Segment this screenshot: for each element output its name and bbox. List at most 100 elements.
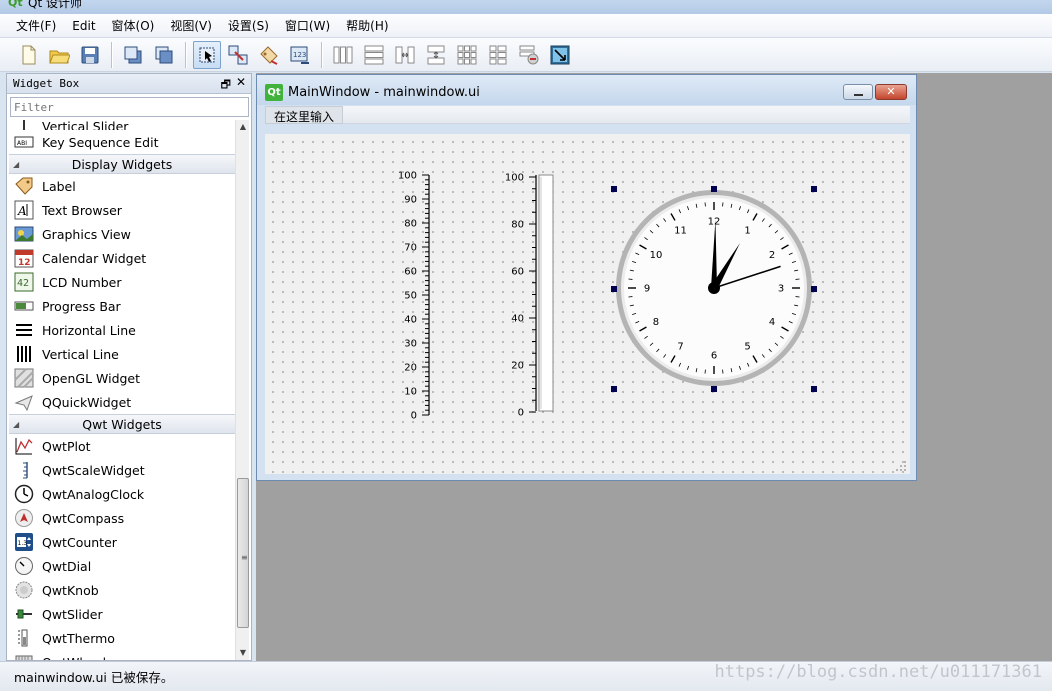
selection-handle[interactable] [811,186,817,192]
menu-item-4[interactable]: 设置(S) [220,15,277,36]
open-form-button[interactable] [45,41,73,69]
scale-tick-label: 20 [404,363,417,374]
scale-tick-label: 30 [404,339,417,350]
widget-item-vertical-line[interactable]: Vertical Line [9,342,235,366]
bring-to-front-button[interactable] [150,41,178,69]
minimize-button[interactable] [843,84,873,100]
resize-grip-dot [904,461,906,463]
lay-out-horizontal-splitter-button[interactable] [391,41,419,69]
qwt-scale-widget[interactable]: 1009080706050403020100 [398,171,430,422]
selection-handle[interactable] [611,186,617,192]
selection-handle[interactable] [611,386,617,392]
thermo-tick-label: 0 [518,408,524,419]
widget-item-key-sequence-edit[interactable]: ABI Key Sequence Edit [9,130,235,154]
clock-number: 10 [650,250,663,261]
clock-number: 6 [711,351,717,362]
widget-item-text-browser[interactable]: A Text Browser [9,198,235,222]
qwtplot-icon [13,436,35,456]
scroll-up-arrow-icon[interactable]: ▲ [236,120,250,134]
widget-filter-input[interactable] [10,97,249,117]
scale-tick-label: 40 [404,315,417,326]
widget-item-qwtwheel[interactable]: QwtWheel [9,650,235,660]
widget-item-label: Key Sequence Edit [42,134,159,150]
widget-item-opengl-widget[interactable]: OpenGL Widget [9,366,235,390]
widget-item-label: Progress Bar [42,298,121,314]
widget-item-vertical-slider[interactable]: Vertical Slider [9,120,235,130]
clock-number: 4 [769,317,775,328]
widget-item-label[interactable]: Label [9,174,235,198]
widget-item-label: Text Browser [42,202,122,218]
lay-out-vertically-button[interactable] [360,41,388,69]
form-title-bar[interactable]: Qt MainWindow - mainwindow.ui ✕ [257,75,916,105]
widget-item-qwtslider[interactable]: QwtSlider [9,602,235,626]
close-dock-icon[interactable]: ✕ [236,75,246,89]
widget-item-qquickwidget[interactable]: QQuickWidget [9,390,235,414]
edit-buddies-button[interactable] [255,41,283,69]
widget-item-horizontal-line[interactable]: Horizontal Line [9,318,235,342]
selection-handle[interactable] [811,286,817,292]
selection-handle[interactable] [811,386,817,392]
clock-number: 3 [778,284,784,295]
selection-handle[interactable] [711,186,717,192]
menu-bar: 文件(F) Edit 窗体(O) 视图(V) 设置(S) 窗口(W) 帮助(H) [0,14,1052,38]
widget-item-qwtscalewidget[interactable]: QwtScaleWidget [9,458,235,482]
lcd-number-icon: 42 [13,272,35,292]
widget-item-graphics-view[interactable]: Graphics View [9,222,235,246]
scale-tick-label: 10 [404,387,417,398]
lay-out-form-button[interactable] [484,41,512,69]
widget-list-scrollbar[interactable]: ▲ ≡ ▼ [235,120,249,660]
widget-item-qwtanalogclock[interactable]: QwtAnalogClock [9,482,235,506]
menu-item-1[interactable]: Edit [64,17,103,35]
adjust-size-button[interactable] [546,41,574,69]
type-here-menu-item[interactable]: 在这里输入 [265,106,344,124]
scrollbar-grip-icon: ≡ [241,553,248,562]
edit-signals-slots-button[interactable] [224,41,252,69]
break-layout-button[interactable] [515,41,543,69]
lay-out-horizontally-button[interactable] [329,41,357,69]
form-canvas[interactable]: 100 90 80 70 60 50 40 30 20 10 0 100 80 60 40 20 0 12 1 2… [265,134,910,474]
scrollbar-thumb[interactable]: ≡ [237,478,249,628]
widget-item-qwtcompass[interactable]: QwtCompass [9,506,235,530]
scale-tick-label: 70 [404,243,417,254]
send-to-back-button[interactable] [119,41,147,69]
menu-item-5[interactable]: 窗口(W) [277,15,338,36]
selection-handle[interactable] [611,286,617,292]
widget-item-qwtplot[interactable]: QwtPlot [9,434,235,458]
widget-category-header[interactable]: ◢ Display Widgets [9,154,235,174]
qwtcounter-icon: 1.3 [13,532,35,552]
resize-grip-dot [904,469,906,471]
lay-out-grid-button[interactable] [453,41,481,69]
label-icon [13,176,35,196]
widget-item-qwtknob[interactable]: QwtKnob [9,578,235,602]
selection-handle[interactable] [711,386,717,392]
widget-item-calendar-widget[interactable]: 12 Calendar Widget [9,246,235,270]
qwtcompass-icon [13,508,35,528]
float-dock-icon[interactable]: 🗗 [221,76,231,95]
widget-item-qwtthermo[interactable]: QwtThermo [9,626,235,650]
scale-tick-label: 60 [404,267,417,278]
clock-number: 11 [674,225,687,236]
new-form-button[interactable] [14,41,42,69]
menu-item-6[interactable]: 帮助(H) [338,15,396,36]
menu-item-3[interactable]: 视图(V) [162,15,220,36]
thermo-tick-label: 40 [511,314,524,325]
edit-tab-order-button[interactable]: 123 [286,41,314,69]
edit-widgets-button[interactable] [193,40,221,69]
widget-category-label: Display Widgets [71,156,173,172]
close-button[interactable]: ✕ [875,84,907,100]
menu-item-0[interactable]: 文件(F) [8,15,64,36]
save-form-button[interactable] [76,41,104,69]
widget-category-header[interactable]: ◢ Qwt Widgets [9,414,235,434]
lay-out-vertical-splitter-button[interactable] [422,41,450,69]
clock-number: 5 [744,342,750,353]
qwt-thermo[interactable]: 100 80 60 40 20 0 [505,173,554,419]
widget-item-qwtcounter[interactable]: 1.3 QwtCounter [9,530,235,554]
menu-item-2[interactable]: 窗体(O) [104,15,163,36]
qwt-analog-clock[interactable]: 121234567891011 [611,186,817,392]
widget-item-progress-bar[interactable]: Progress Bar [9,294,235,318]
scroll-down-arrow-icon[interactable]: ▼ [236,646,250,660]
clock-number: 9 [644,284,650,295]
widget-item-qwtdial[interactable]: QwtDial [9,554,235,578]
widget-item-label: LCD Number [42,274,122,290]
widget-item-lcd-number[interactable]: 42 LCD Number [9,270,235,294]
